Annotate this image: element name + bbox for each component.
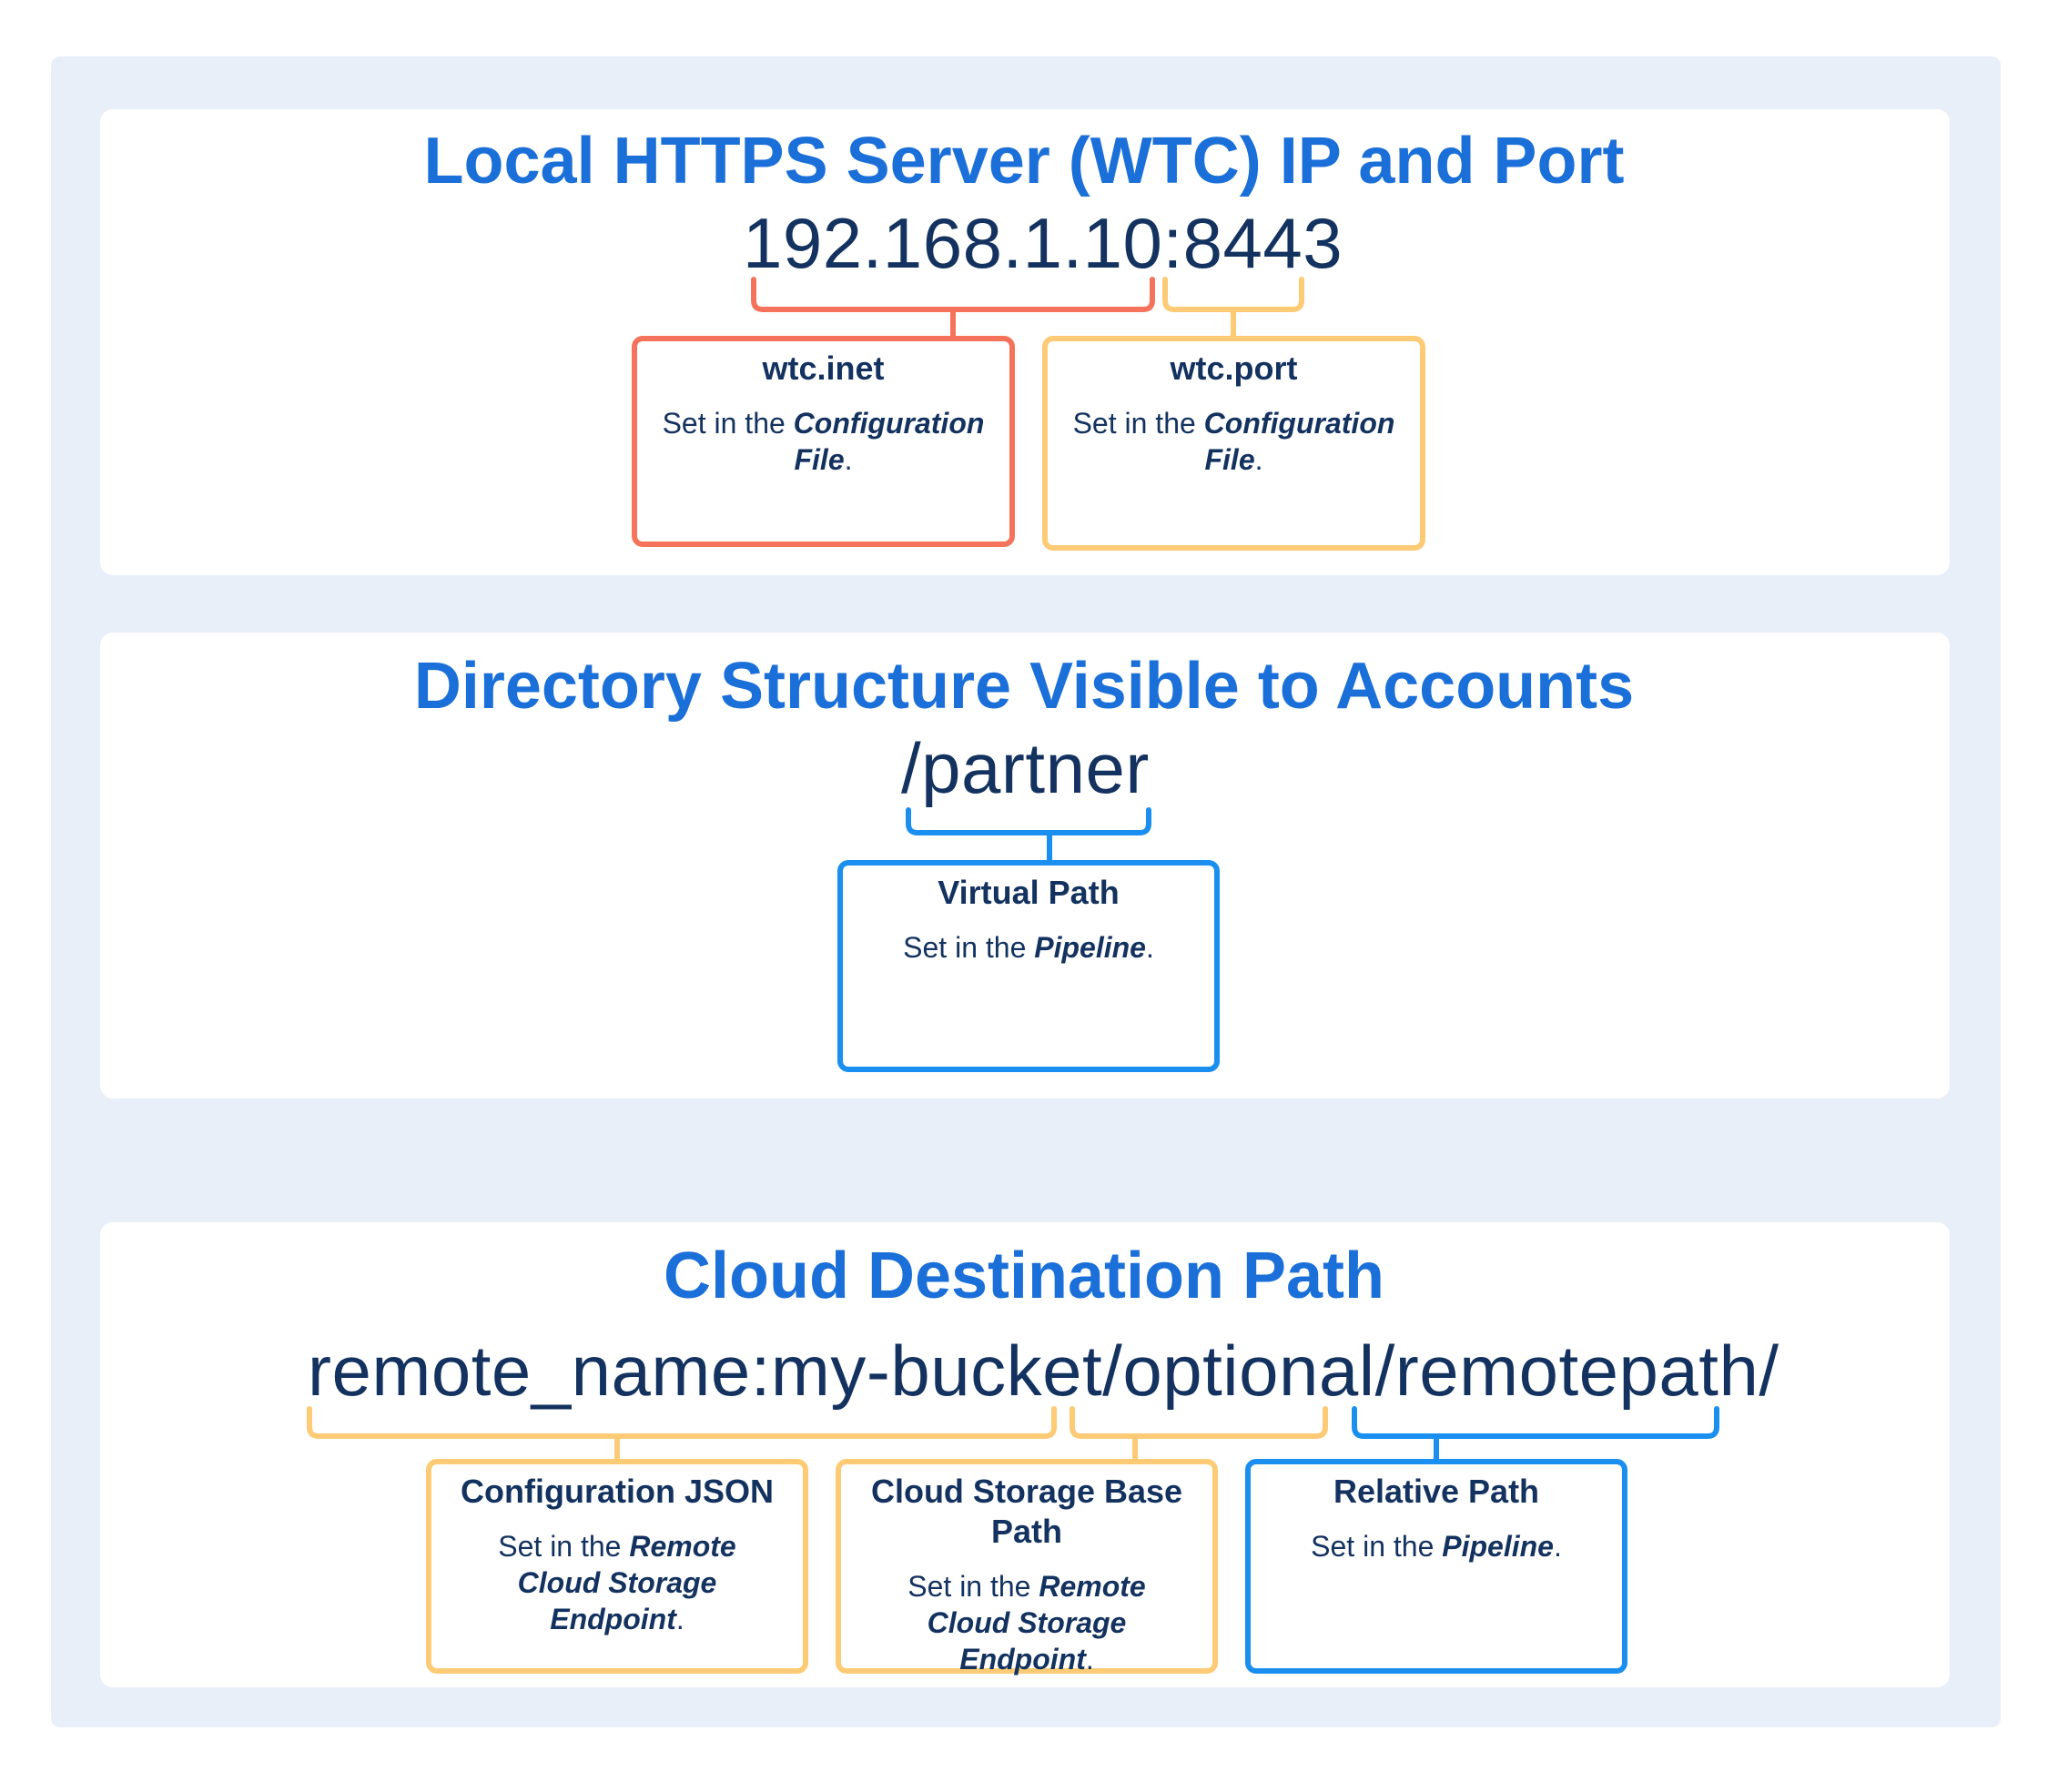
box-title: wtc.inet <box>762 349 885 387</box>
box-description: Set in the Pipeline. <box>903 931 1154 964</box>
box-title: Virtual Path <box>938 874 1120 911</box>
box-title: Configuration JSON <box>461 1473 774 1510</box>
box-description: Set in the Remote Cloud Storage Endpoint… <box>498 1530 736 1635</box>
info-box-relative-path: Relative Path Set in the Pipeline. <box>1245 1459 1627 1674</box>
box-description: Set in the Configuration File. <box>662 407 985 476</box>
box-title: wtc.port <box>1170 349 1298 387</box>
section-title-directory: Directory Structure Visible to Accounts <box>413 650 1635 723</box>
box-title: Relative Path <box>1333 1473 1540 1510</box>
box-description: Set in the Pipeline. <box>1311 1530 1562 1563</box>
box-description: Set in the Configuration File. <box>1072 407 1395 476</box>
box-description: Set in the Remote Cloud Storage Endpoint… <box>907 1570 1146 1676</box>
info-box-wtc-inet: wtc.inet Set in the Configuration File. <box>632 336 1015 547</box>
server-ip: 192.168.1.10 <box>743 203 1163 283</box>
info-box-virtual-path: Virtual Path Set in the Pipeline. <box>837 860 1220 1072</box>
box-title: Cloud Storage Base Path <box>870 1473 1183 1550</box>
section-title-server: Local HTTPS Server (WTC) IP and Port <box>423 125 1625 197</box>
info-box-configuration-json: Configuration JSON Set in the Remote Clo… <box>426 1459 808 1674</box>
directory-path: /partner <box>901 728 1150 808</box>
server-port: :8443 <box>1162 203 1343 283</box>
cloud-path: remote_name:my-bucket/optional/remotepat… <box>308 1331 1779 1411</box>
section-title-cloud: Cloud Destination Path <box>664 1240 1384 1312</box>
info-box-wtc-port: wtc.port Set in the Configuration File. <box>1042 336 1425 551</box>
info-box-cloud-storage-base-path: Cloud Storage Base Path Set in the Remot… <box>836 1459 1218 1676</box>
server-address: 192.168.1.10:8443 <box>743 202 1343 284</box>
